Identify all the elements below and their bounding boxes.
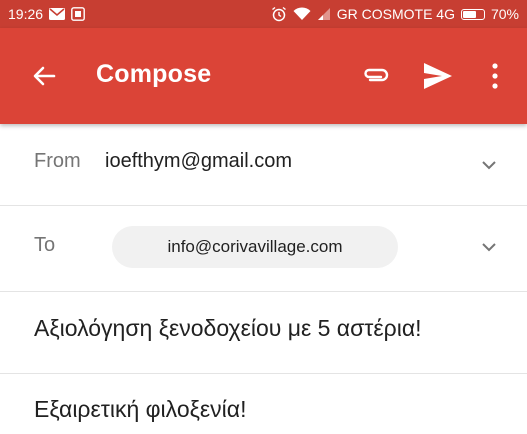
alarm-icon	[271, 6, 287, 22]
subject-field[interactable]: Αξιολόγηση ξενοδοχείου με 5 αστέρια!	[34, 315, 422, 342]
status-bar: 19:26 GR COSMOTE 4G 70%	[0, 0, 527, 28]
chevron-down-icon[interactable]	[479, 158, 499, 172]
send-icon[interactable]	[423, 62, 453, 90]
status-left: 19:26	[8, 6, 85, 22]
page-title: Compose	[96, 60, 212, 88]
from-row: From ioefthym@gmail.com	[0, 124, 527, 206]
signal-icon	[317, 7, 331, 21]
body-field[interactable]: Εξαιρετική φιλοξενία!	[34, 396, 246, 423]
from-account[interactable]: ioefthym@gmail.com	[105, 150, 292, 173]
back-arrow-icon[interactable]	[32, 64, 56, 88]
status-right: GR COSMOTE 4G 70%	[271, 6, 519, 22]
recipient-chip[interactable]: info@corivavillage.com	[112, 226, 398, 268]
app-bar: Compose	[0, 28, 527, 124]
divider	[0, 373, 527, 374]
battery-percent: 70%	[490, 6, 519, 22]
attach-icon[interactable]	[360, 63, 392, 87]
battery-icon	[460, 8, 485, 20]
more-vert-icon[interactable]	[488, 61, 502, 91]
status-time: 19:26	[8, 6, 44, 22]
screenshot-icon	[71, 7, 85, 21]
from-label: From	[34, 150, 81, 172]
to-label: To	[34, 234, 56, 256]
recipient-chip-label: info@corivavillage.com	[167, 237, 343, 256]
chevron-down-icon[interactable]	[479, 240, 499, 254]
battery-fill	[462, 10, 476, 18]
mail-icon	[49, 8, 66, 20]
wifi-icon	[293, 7, 311, 21]
carrier-label: GR COSMOTE 4G	[336, 6, 455, 22]
